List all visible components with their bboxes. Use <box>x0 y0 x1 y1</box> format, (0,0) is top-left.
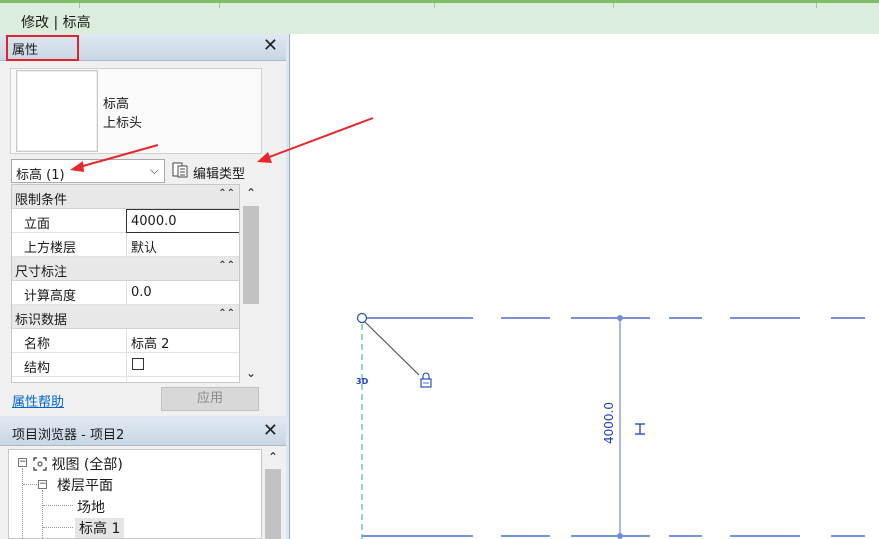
elevation-input[interactable]: 4000.0 <box>126 209 239 233</box>
property-row-elevation: 立面 4000.0 <box>12 209 239 233</box>
scroll-up-icon[interactable]: ⌃ <box>268 450 278 464</box>
property-row-name: 名称 标高 2 <box>12 329 239 353</box>
property-key: 名称 <box>24 337 51 352</box>
dimension-value[interactable]: 4000.0 <box>602 402 616 444</box>
views-icon <box>33 457 47 471</box>
project-tree: − 视图 (全部) − 楼层平面 场地 标高 1 <box>8 449 262 539</box>
project-browser-panel: 项目浏览器 - 项目2 ✕ − 视图 (全部) − 楼层平面 场地 标高 1 ⌃ <box>0 419 286 539</box>
level-end-handle[interactable] <box>356 312 368 324</box>
instance-filter-value: 标高 (1) <box>16 168 65 183</box>
dimension-end-dot <box>617 533 623 539</box>
close-icon[interactable]: ✕ <box>263 35 278 56</box>
group-dimensions[interactable]: 尺寸标注 ⌃⌃ <box>12 257 239 281</box>
ribbon-divider <box>219 3 220 8</box>
project-browser-header[interactable]: 项目浏览器 - 项目2 ✕ <box>0 419 286 446</box>
group-identity-data[interactable]: 标识数据 ⌃⌃ <box>12 305 239 329</box>
drawing-area[interactable]: 3D 4000.0 <box>289 34 879 539</box>
lock-icon[interactable] <box>420 372 432 388</box>
ribbon-divider <box>613 3 614 8</box>
tree-node-floor-plans[interactable]: 楼层平面 <box>57 475 113 495</box>
level-above-field[interactable]: 默认 <box>126 233 239 256</box>
tree-node-site[interactable]: 场地 <box>77 497 105 517</box>
group-title: 标识数据 <box>15 313 68 328</box>
tree-guide <box>43 527 73 528</box>
group-title: 限制条件 <box>15 193 68 208</box>
edit-type-button[interactable]: 编辑类型 <box>170 159 260 183</box>
drawing-svg: 3D 4000.0 <box>356 312 865 539</box>
apply-button[interactable]: 应用 <box>161 387 259 411</box>
type-family-label: 标高 <box>103 97 130 112</box>
dimension-end-dot <box>617 315 623 321</box>
building-story-checkbox[interactable] <box>132 382 144 383</box>
property-value: 默认 <box>131 241 158 256</box>
tree-scrollbar[interactable]: ⌃ <box>263 449 283 539</box>
tree-node-views[interactable]: 视图 (全部) <box>33 454 123 474</box>
property-key: 建筑楼层 <box>24 381 124 382</box>
properties-grid: 限制条件 ⌃⌃ 立面 4000.0 上方楼层 默认 尺寸标注 ⌃⌃ 计算高度 0… <box>11 184 240 383</box>
property-key: 上方楼层 <box>24 241 77 256</box>
context-label[interactable]: 修改 | 标高 <box>21 12 91 32</box>
name-field[interactable]: 标高 2 <box>126 329 239 352</box>
computed-height-field[interactable]: 0.0 <box>126 281 239 304</box>
properties-scrollbar[interactable]: ⌃ ⌄ <box>242 184 260 383</box>
dimension-drag-icon[interactable] <box>635 423 645 435</box>
tree-guide <box>42 490 43 539</box>
group-constraints[interactable]: 限制条件 ⌃⌃ <box>12 185 239 209</box>
tree-node-level-1[interactable]: 标高 1 <box>75 518 125 538</box>
instance-filter-dropdown[interactable]: 标高 (1) ⌵ <box>11 159 165 183</box>
collapse-icon[interactable]: ⌃⌃ <box>218 188 235 199</box>
scroll-down-icon[interactable]: ⌄ <box>246 366 256 380</box>
edit-type-label: 编辑类型 <box>193 167 246 182</box>
property-key: 结构 <box>24 361 51 376</box>
structural-checkbox[interactable] <box>132 358 144 370</box>
elbow-leader-line <box>364 321 420 376</box>
scroll-thumb[interactable] <box>243 206 259 304</box>
context-tab-bar: 修改 | 标高 <box>0 0 879 34</box>
scroll-thumb[interactable] <box>265 469 281 539</box>
highlight-box <box>6 35 79 61</box>
group-title: 尺寸标注 <box>15 265 68 280</box>
collapse-node-icon[interactable]: − <box>38 480 47 489</box>
properties-panel: 属性 ✕ 标高 上标头 标高 (1) ⌵ 编辑类型 限制条件 ⌃⌃ 立面 400… <box>0 34 286 416</box>
project-browser-title: 项目浏览器 - 项目2 <box>12 428 125 443</box>
collapse-icon[interactable]: ⌃⌃ <box>218 308 235 319</box>
property-row-computed-height: 计算高度 0.0 <box>12 281 239 305</box>
collapse-node-icon[interactable]: − <box>18 458 27 467</box>
type-thumbnail <box>16 70 98 152</box>
properties-help-link[interactable]: 属性帮助 <box>12 391 64 410</box>
tree-guide <box>43 505 73 506</box>
tree-node-label: 视图 (全部) <box>51 457 123 473</box>
tree-guide <box>22 468 23 539</box>
structural-cell <box>126 353 239 376</box>
property-row-level-above: 上方楼层 默认 <box>12 233 239 257</box>
building-story-cell <box>126 377 239 383</box>
type-selector[interactable]: 标高 上标头 <box>10 68 262 154</box>
chevron-down-icon: ⌵ <box>149 163 159 177</box>
type-name-label: 上标头 <box>103 116 143 131</box>
scroll-up-icon[interactable]: ⌃ <box>246 186 256 200</box>
property-value: 4000.0 <box>131 214 177 229</box>
tree-guide <box>23 484 37 485</box>
property-key: 计算高度 <box>24 289 77 304</box>
3d-extent-toggle[interactable]: 3D <box>356 377 369 386</box>
property-row-structural: 结构 <box>12 353 239 377</box>
collapse-icon[interactable]: ⌃⌃ <box>218 260 235 271</box>
edit-type-icon <box>172 162 189 182</box>
property-key: 立面 <box>24 217 51 232</box>
property-value: 0.0 <box>131 285 152 300</box>
close-icon[interactable]: ✕ <box>263 420 278 441</box>
ribbon-divider <box>434 3 435 8</box>
property-value: 标高 2 <box>131 337 170 352</box>
ribbon-divider <box>816 3 817 8</box>
property-row-building-story: 建筑楼层 <box>12 377 239 383</box>
ribbon-divider <box>79 3 80 8</box>
